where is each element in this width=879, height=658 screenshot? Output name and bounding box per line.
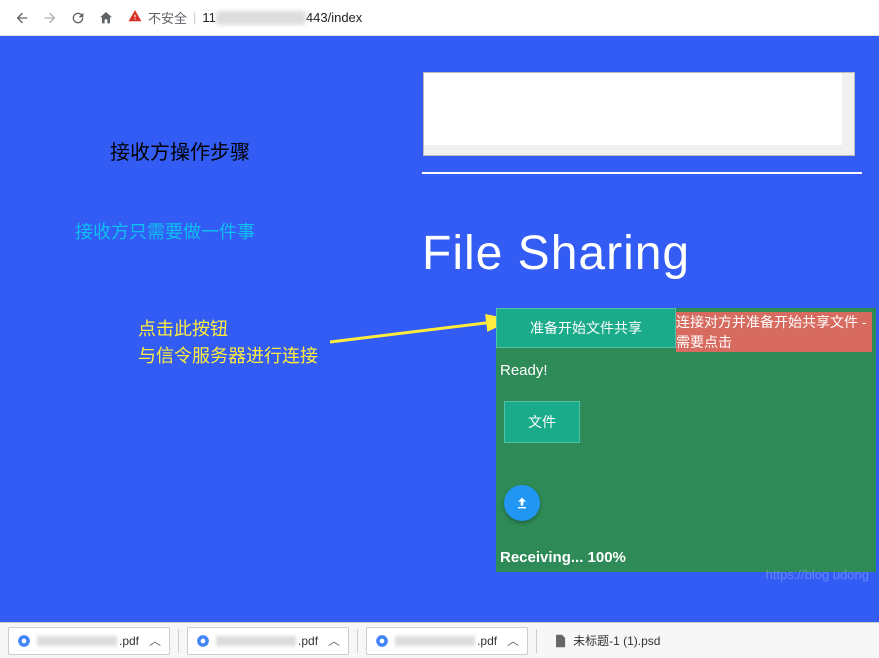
separator (536, 629, 537, 653)
chevron-up-icon[interactable]: ︿ (328, 632, 340, 649)
page-content: 接收方操作步骤 接收方只需要做一件事 点击此按钮 与信令服务器进行连接 File… (0, 36, 879, 622)
url-suffix: 443/index (306, 10, 362, 25)
sharing-panel: 准备开始文件共享 连接对方并准备开始共享文件 - 需要点击 Ready! 文件 … (496, 308, 876, 572)
download-item[interactable]: .pdf ︿ (187, 627, 349, 655)
arrow-right-icon (42, 10, 58, 26)
insecure-label: 不安全 (148, 8, 187, 27)
file-icon (553, 634, 567, 648)
status-text: Ready! (496, 356, 876, 389)
chevron-up-icon[interactable]: ︿ (507, 632, 519, 649)
url-prefix: 11 (202, 10, 216, 25)
home-icon (98, 10, 114, 26)
receiver-steps-title: 接收方操作步骤 (110, 136, 250, 165)
separator (178, 629, 179, 653)
prepare-share-label: 准备开始文件共享 (530, 318, 642, 338)
file-ext: .pdf (477, 634, 497, 648)
receiving-status: Receiving... 100% (496, 549, 876, 572)
psd-filename: 未标题-1 (1).psd (573, 632, 660, 649)
url-redacted (216, 11, 306, 25)
connect-peer-button[interactable]: 连接对方并准备开始共享文件 - 需要点击 (676, 312, 872, 352)
back-button[interactable] (8, 4, 36, 32)
log-textarea[interactable] (423, 72, 855, 156)
chevron-up-icon[interactable]: ︿ (149, 632, 161, 649)
file-ext: .pdf (119, 634, 139, 648)
upload-icon (514, 495, 530, 511)
reload-button[interactable] (64, 4, 92, 32)
instruction-line1: 点击此按钮 (138, 316, 318, 343)
connect-peer-label: 连接对方并准备开始共享文件 - 需要点击 (676, 312, 872, 352)
scrollbar[interactable] (842, 73, 854, 155)
download-item[interactable]: 未标题-1 (1).psd (545, 627, 668, 655)
file-button-label: 文件 (528, 412, 556, 432)
filename-redacted (395, 636, 475, 646)
instruction-text: 点击此按钮 与信令服务器进行连接 (138, 316, 318, 370)
instruction-line2: 与信令服务器进行连接 (138, 343, 318, 370)
reload-icon (70, 10, 86, 26)
upload-button[interactable] (504, 485, 540, 521)
arrow-left-icon (14, 10, 30, 26)
warning-icon (128, 9, 142, 26)
prepare-share-button[interactable]: 准备开始文件共享 (496, 308, 676, 348)
separator (357, 629, 358, 653)
filename-redacted (37, 636, 117, 646)
divider (422, 172, 862, 174)
home-button[interactable] (92, 4, 120, 32)
filename-redacted (216, 636, 296, 646)
separator: | (193, 10, 196, 25)
download-item[interactable]: .pdf ︿ (8, 627, 170, 655)
download-item[interactable]: .pdf ︿ (366, 627, 528, 655)
receiver-subtitle: 接收方只需要做一件事 (75, 218, 255, 244)
address-bar[interactable]: 不安全 | 11 443/index (128, 8, 871, 27)
browser-toolbar: 不安全 | 11 443/index (0, 0, 879, 36)
chrome-icon (17, 634, 31, 648)
file-ext: .pdf (298, 634, 318, 648)
page-title: File Sharing (422, 226, 690, 281)
file-button[interactable]: 文件 (504, 401, 580, 443)
forward-button[interactable] (36, 4, 64, 32)
chrome-icon (375, 634, 389, 648)
chrome-icon (196, 634, 210, 648)
downloads-bar: .pdf ︿ .pdf ︿ .pdf ︿ 未标题-1 (1).psd (0, 622, 879, 658)
